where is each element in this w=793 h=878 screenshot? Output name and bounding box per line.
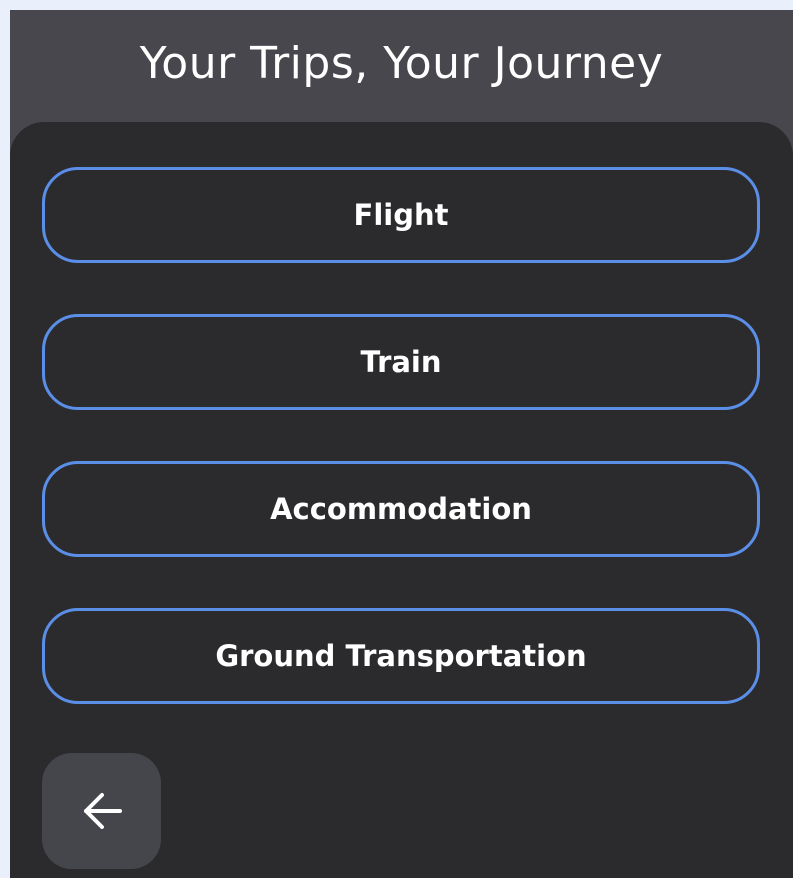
- accommodation-button[interactable]: Accommodation: [42, 461, 760, 557]
- arrow-left-icon: [80, 791, 124, 831]
- page-title: Your Trips, Your Journey: [139, 37, 664, 89]
- ground-transportation-button-label: Ground Transportation: [215, 639, 587, 673]
- trip-options-panel: Flight Train Accommodation Ground Transp…: [10, 122, 793, 878]
- flight-button-label: Flight: [353, 198, 449, 232]
- app-window: Your Trips, Your Journey Flight Train Ac…: [10, 10, 793, 878]
- accommodation-button-label: Accommodation: [270, 492, 532, 526]
- train-button[interactable]: Train: [42, 314, 760, 410]
- ground-transportation-button[interactable]: Ground Transportation: [42, 608, 760, 704]
- flight-button[interactable]: Flight: [42, 167, 760, 263]
- header: Your Trips, Your Journey: [10, 10, 793, 130]
- train-button-label: Train: [360, 345, 442, 379]
- back-button[interactable]: [42, 753, 161, 869]
